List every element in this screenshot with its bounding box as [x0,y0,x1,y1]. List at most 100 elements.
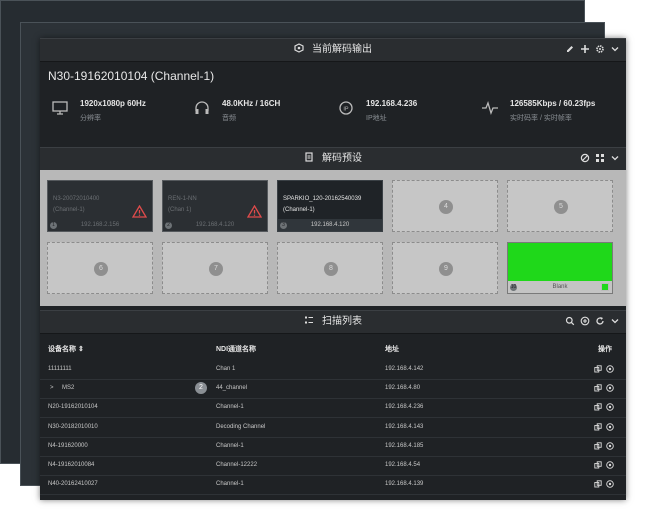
tile-number: 2 [165,222,172,229]
preset-tile-2[interactable]: REN-1-NN (Chan 1) 192.168.4.120 2 [162,180,268,232]
search-icon[interactable] [565,316,575,326]
stat-value: 126585Kbps / 60.23fps [510,99,596,108]
stat-value: 48.0KHz / 16CH [222,99,281,108]
apply-icon[interactable] [606,461,614,469]
device-name: N4-19162010084 [48,462,95,468]
column-header-actions: 操作 [598,346,612,353]
channel-name: Channel-12222 [216,462,258,468]
device-title: N30-19162010104 (Channel-1) [48,69,215,83]
preset-tile-8[interactable]: 8 [277,242,383,294]
current-output-header: 当前解码输出 [40,38,626,62]
presets-header: 解码预设 [40,147,626,171]
address: 192.168.4.80 [385,385,421,392]
copy-icon[interactable] [594,442,602,450]
column-header-device[interactable]: 设备名称 ⇕ [48,344,84,354]
apply-icon[interactable] [606,480,614,488]
copy-icon[interactable] [594,403,602,411]
gear-icon[interactable] [595,44,605,54]
apply-icon[interactable] [606,384,614,392]
table-row[interactable]: N4-191620000 Channel-1 192.168.4.185 [40,437,626,457]
copy-icon[interactable] [594,461,602,469]
address: 192.168.4.142 [385,366,424,372]
table-row[interactable]: 11111111 Chan 1 192.168.4.142 [40,360,626,380]
presets-title: 解码预设 [322,153,362,164]
table-row[interactable]: N30-20182010010 Decoding Channel 192.168.4… [40,418,626,438]
device-name: N20-19162010104 [48,404,98,411]
scan-list-title: 扫描列表 [322,316,362,327]
stat-label: 音频 [222,115,236,122]
edit-icon[interactable] [565,44,575,54]
preset-tile-10[interactable]: Blank 10 [507,242,613,294]
device-name: N40-20162410027 [48,481,98,488]
channel-name: Decoding Channel [216,423,266,430]
blank-icon [601,283,609,291]
apply-icon[interactable] [606,403,614,412]
preset-tile-7[interactable]: 7 [162,242,268,294]
address: 192.168.4.185 [385,442,424,449]
column-header-address: 地址 [385,346,399,353]
tile-ip: 192.168.4.120 [278,219,382,231]
apply-icon[interactable] [606,365,614,373]
tile-number: 5 [554,200,568,214]
list-icon [304,312,314,324]
cancel-icon[interactable] [580,153,590,163]
preset-tile-9[interactable]: 9 [392,242,498,294]
move-icon[interactable] [580,44,590,54]
copy-icon[interactable] [594,365,602,373]
preset-tile-4[interactable]: 4 [392,180,498,232]
stat-value: 192.168.4.236 [366,99,418,108]
tile-number: 7 [209,262,223,276]
preset-grid: N3-20072010400 (Channel-1) 192.168.2.156 … [40,170,626,306]
table-row[interactable]: N4-19162010084 Channel-12222 192.168.4.54 [40,456,626,476]
tile-number: 8 [324,262,338,276]
apply-icon[interactable] [606,442,614,450]
expand-icon[interactable]: > [50,385,54,391]
chevron-down-icon[interactable] [610,44,620,54]
count-badge: 2 [195,382,207,395]
refresh-icon[interactable] [595,316,605,326]
preset-tile-1[interactable]: N3-20072010400 (Channel-1) 192.168.2.156 … [47,180,153,232]
stat-label: 实时码率 / 实时帧率 [510,115,572,122]
address: 192.168.4.143 [385,423,424,430]
table-row[interactable]: > MS2 2 44_channel 192.168.4.80 [40,379,626,400]
scan-list-header: 扫描列表 [40,310,626,334]
device-name: N4-191620000 [48,442,88,449]
channel-name: Channel-1 [216,481,244,488]
copy-icon[interactable] [594,384,602,392]
svg-text:IP: IP [343,106,349,112]
copy-icon[interactable] [594,422,602,431]
stat-label: IP地址 [366,115,387,122]
channel-name: Chan 1 [216,366,236,372]
table-row[interactable]: N40-20162410027 Channel-1 192.168.4.139 [40,475,626,496]
stat-value: 1920x1080p 60Hz [80,99,146,108]
copy-icon[interactable] [594,480,602,488]
tile-name: N3-20072010400 (Channel-1) [53,196,100,213]
headphones-icon [194,101,210,115]
address: 192.168.4.139 [385,481,424,488]
device-name: N30-20182010010 [48,423,98,430]
add-icon[interactable] [580,316,590,326]
preset-tile-6[interactable]: 6 [47,242,153,294]
tile-ip: 192.168.4.120 [163,219,267,231]
channel-name: Channel-1 [216,404,244,411]
pulse-icon [482,101,498,115]
sort-icon[interactable]: ⇕ [78,346,84,353]
channel-name: 44_channel [216,385,248,392]
warning-icon [246,204,263,218]
channel-name: Channel-1 [216,442,244,449]
apply-icon[interactable] [606,422,614,431]
tile-label: Blank [508,281,612,293]
grid-icon[interactable] [595,153,605,163]
device-name: MS2 [62,385,75,392]
tile-name: SPARKIO_120-20162540039 (Channel-1) [283,196,362,213]
tile-number: 3 [280,222,287,229]
chevron-down-icon[interactable] [610,153,620,163]
warning-icon [131,204,148,218]
address: 192.168.4.236 [385,404,424,411]
table-row[interactable]: N20-19162010104 Channel-1 192.168.4.236 [40,398,626,419]
tile-number: 10 [510,284,517,291]
preset-tile-5[interactable]: 5 [507,180,613,232]
preset-tile-3[interactable]: SPARKIO_120-20162540039 (Channel-1) 192.1… [277,180,383,232]
tile-ip: 192.168.2.156 [48,219,152,231]
chevron-down-icon[interactable] [610,316,620,326]
